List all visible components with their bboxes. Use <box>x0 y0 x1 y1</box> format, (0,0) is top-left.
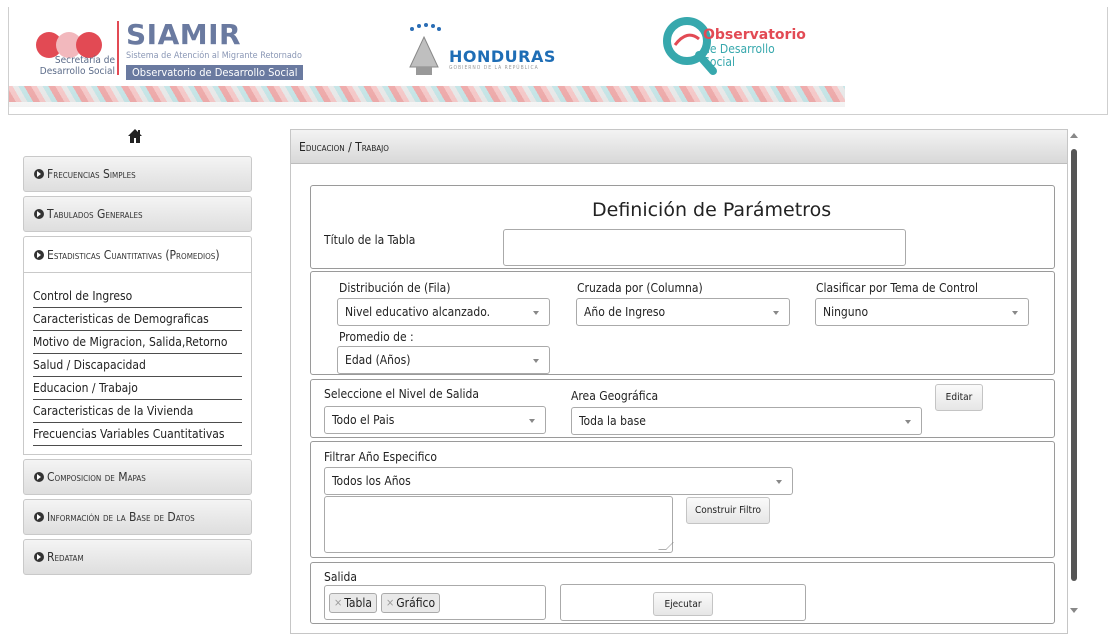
sol-subtitle: Secretaría de Desarrollo Social <box>31 55 115 77</box>
menu-frecuencias-simples[interactable]: Frecuencias Simples <box>23 156 252 192</box>
close-icon[interactable]: × <box>334 596 342 609</box>
circle-arrow-icon <box>34 169 44 179</box>
menu-label: Frecuencias Simples <box>47 167 136 181</box>
close-icon[interactable]: × <box>386 596 394 609</box>
submenu-frecuencias-variables[interactable]: Frecuencias Variables Cuantitativas <box>33 423 242 446</box>
submenu-salud-discapacidad[interactable]: Salud / Discapacidad <box>33 354 242 377</box>
salida-label: Salida <box>324 570 357 584</box>
menu-informacion-base-datos[interactable]: Información de la Base de Datos <box>23 499 252 535</box>
salida-tag-tabla[interactable]: × Tabla <box>329 592 377 613</box>
nivel-value: Todo el Pais <box>332 413 395 427</box>
submenu-estadisticas: Control de Ingreso Caracteristicas de De… <box>23 273 252 455</box>
vertical-scrollbar[interactable] <box>1068 129 1080 634</box>
menu-estadisticas-cuantitativas[interactable]: Estadisticas Cuantitativas (Promedios) <box>23 236 252 273</box>
submenu-caracteristicas-vivienda[interactable]: Caracteristicas de la Vivienda <box>33 400 242 423</box>
columna-value: Año de Ingreso <box>584 305 666 319</box>
filtro-label: Filtrar Año Especifico <box>324 450 437 464</box>
columna-label: Cruzada por (Columna) <box>577 281 703 295</box>
area-select[interactable]: Toda la base <box>571 407 922 435</box>
menu-label: Composicion de Mapas <box>47 470 146 484</box>
honduras-seal-icon <box>409 23 441 75</box>
promedio-value: Edad (Años) <box>345 353 411 367</box>
table-title-label: Título de la Tabla <box>324 233 416 247</box>
control-value: Ninguno <box>823 305 869 319</box>
siamir-subtitle: Sistema de Atención al Migrante Retornad… <box>126 51 302 61</box>
salida-tag-label: Tabla <box>344 595 372 610</box>
menu-label: Información de la Base de Datos <box>47 510 195 524</box>
ejecutar-button[interactable]: Ejecutar <box>653 592 713 616</box>
submenu-motivo-migracion[interactable]: Motivo de Migracion, Salida,Retorno <box>33 331 242 354</box>
scroll-up-icon[interactable] <box>1070 133 1078 138</box>
submenu-caracteristicas-demograficas[interactable]: Caracteristicas de Demograficas <box>33 308 242 331</box>
circle-arrow-icon <box>34 552 44 562</box>
editar-button[interactable]: Editar <box>935 384 983 411</box>
menu-label: Tabulados Generales <box>47 207 143 221</box>
header-banner: Secretaría de Desarrollo Social SIAMIR S… <box>9 7 845 107</box>
observatorio-subtitle-line2: Social <box>703 55 736 69</box>
circle-arrow-icon <box>34 249 44 260</box>
menu-composicion-mapas[interactable]: Composicion de Mapas <box>23 459 252 495</box>
promedio-select[interactable]: Edad (Años) <box>337 346 550 374</box>
fila-value: Nivel educativo alcanzado. <box>345 305 491 319</box>
control-select[interactable]: Ninguno <box>815 298 1029 326</box>
menu-label: Estadisticas Cuantitativas (Promedios) <box>47 247 220 262</box>
observatorio-title: Observatorio <box>703 27 806 43</box>
sol-subtitle-line1: Secretaría de <box>54 55 115 66</box>
nivel-select[interactable]: Todo el Pais <box>324 406 546 434</box>
chevron-down-icon <box>533 311 539 315</box>
chevron-down-icon <box>533 359 539 363</box>
sidebar-menu: Frecuencias Simples Tabulados Generales … <box>23 156 252 579</box>
observatorio-subtitle: de Desarrollo Social <box>703 43 775 69</box>
area-value: Toda la base <box>579 414 646 428</box>
salida-multiselect[interactable]: × Tabla × Gráfico <box>324 585 546 620</box>
table-title-input[interactable] <box>503 229 906 266</box>
circle-arrow-icon <box>34 472 44 482</box>
circle-arrow-icon <box>34 512 44 522</box>
siamir-title: SIAMIR <box>126 18 242 51</box>
fila-label: Distribución de (Fila) <box>339 281 451 295</box>
area-label: Area Geográfica <box>571 389 659 403</box>
filtro-textarea[interactable] <box>324 496 674 553</box>
scroll-thumb[interactable] <box>1071 149 1077 581</box>
honduras-text: HONDURAS <box>449 47 556 66</box>
site-header: Secretaría de Desarrollo Social SIAMIR S… <box>8 7 1108 115</box>
construir-filtro-button[interactable]: Construir Filtro <box>686 497 770 524</box>
scroll-down-icon[interactable] <box>1070 608 1078 613</box>
menu-redatam[interactable]: Redatam <box>23 539 252 575</box>
menu-tabulados-generales[interactable]: Tabulados Generales <box>23 196 252 232</box>
chevron-down-icon <box>773 311 779 315</box>
control-label: Clasificar por Tema de Control <box>816 281 978 295</box>
honduras-subtext: GOBIERNO DE LA REPÚBLICA <box>449 65 539 71</box>
panel-header: Educacion / Trabajo <box>291 130 1067 164</box>
submenu-educacion-trabajo[interactable]: Educacion / Trabajo <box>33 377 242 400</box>
chevron-down-icon <box>776 480 782 484</box>
submenu-control-ingreso[interactable]: Control de Ingreso <box>33 285 242 308</box>
fila-select[interactable]: Nivel educativo alcanzado. <box>337 298 550 326</box>
circle-arrow-icon <box>34 209 44 219</box>
header-divider <box>117 21 119 75</box>
panel-header-title: Educacion / Trabajo <box>299 139 389 154</box>
promedio-label: Promedio de : <box>339 330 414 344</box>
salida-tag-label: Gráfico <box>396 595 436 610</box>
chevron-down-icon <box>1012 311 1018 315</box>
filtro-value: Todos los Años <box>332 474 411 488</box>
sol-subtitle-line2: Desarrollo Social <box>39 66 115 77</box>
page-title: Definición de Parámetros <box>592 199 832 221</box>
menu-label: Redatam <box>47 550 84 564</box>
nivel-label: Seleccione el Nivel de Salida <box>324 387 480 401</box>
chevron-down-icon <box>905 420 911 424</box>
columna-select[interactable]: Año de Ingreso <box>576 298 790 326</box>
salida-tag-grafico[interactable]: × Gráfico <box>381 592 441 613</box>
filtro-select[interactable]: Todos los Años <box>324 467 793 495</box>
chevron-down-icon <box>529 419 535 423</box>
home-icon[interactable] <box>127 128 143 144</box>
resize-handle-icon[interactable] <box>658 542 674 550</box>
header-stripe <box>9 86 845 102</box>
siamir-observatorio-label: Observatorio de Desarrollo Social <box>126 65 304 80</box>
